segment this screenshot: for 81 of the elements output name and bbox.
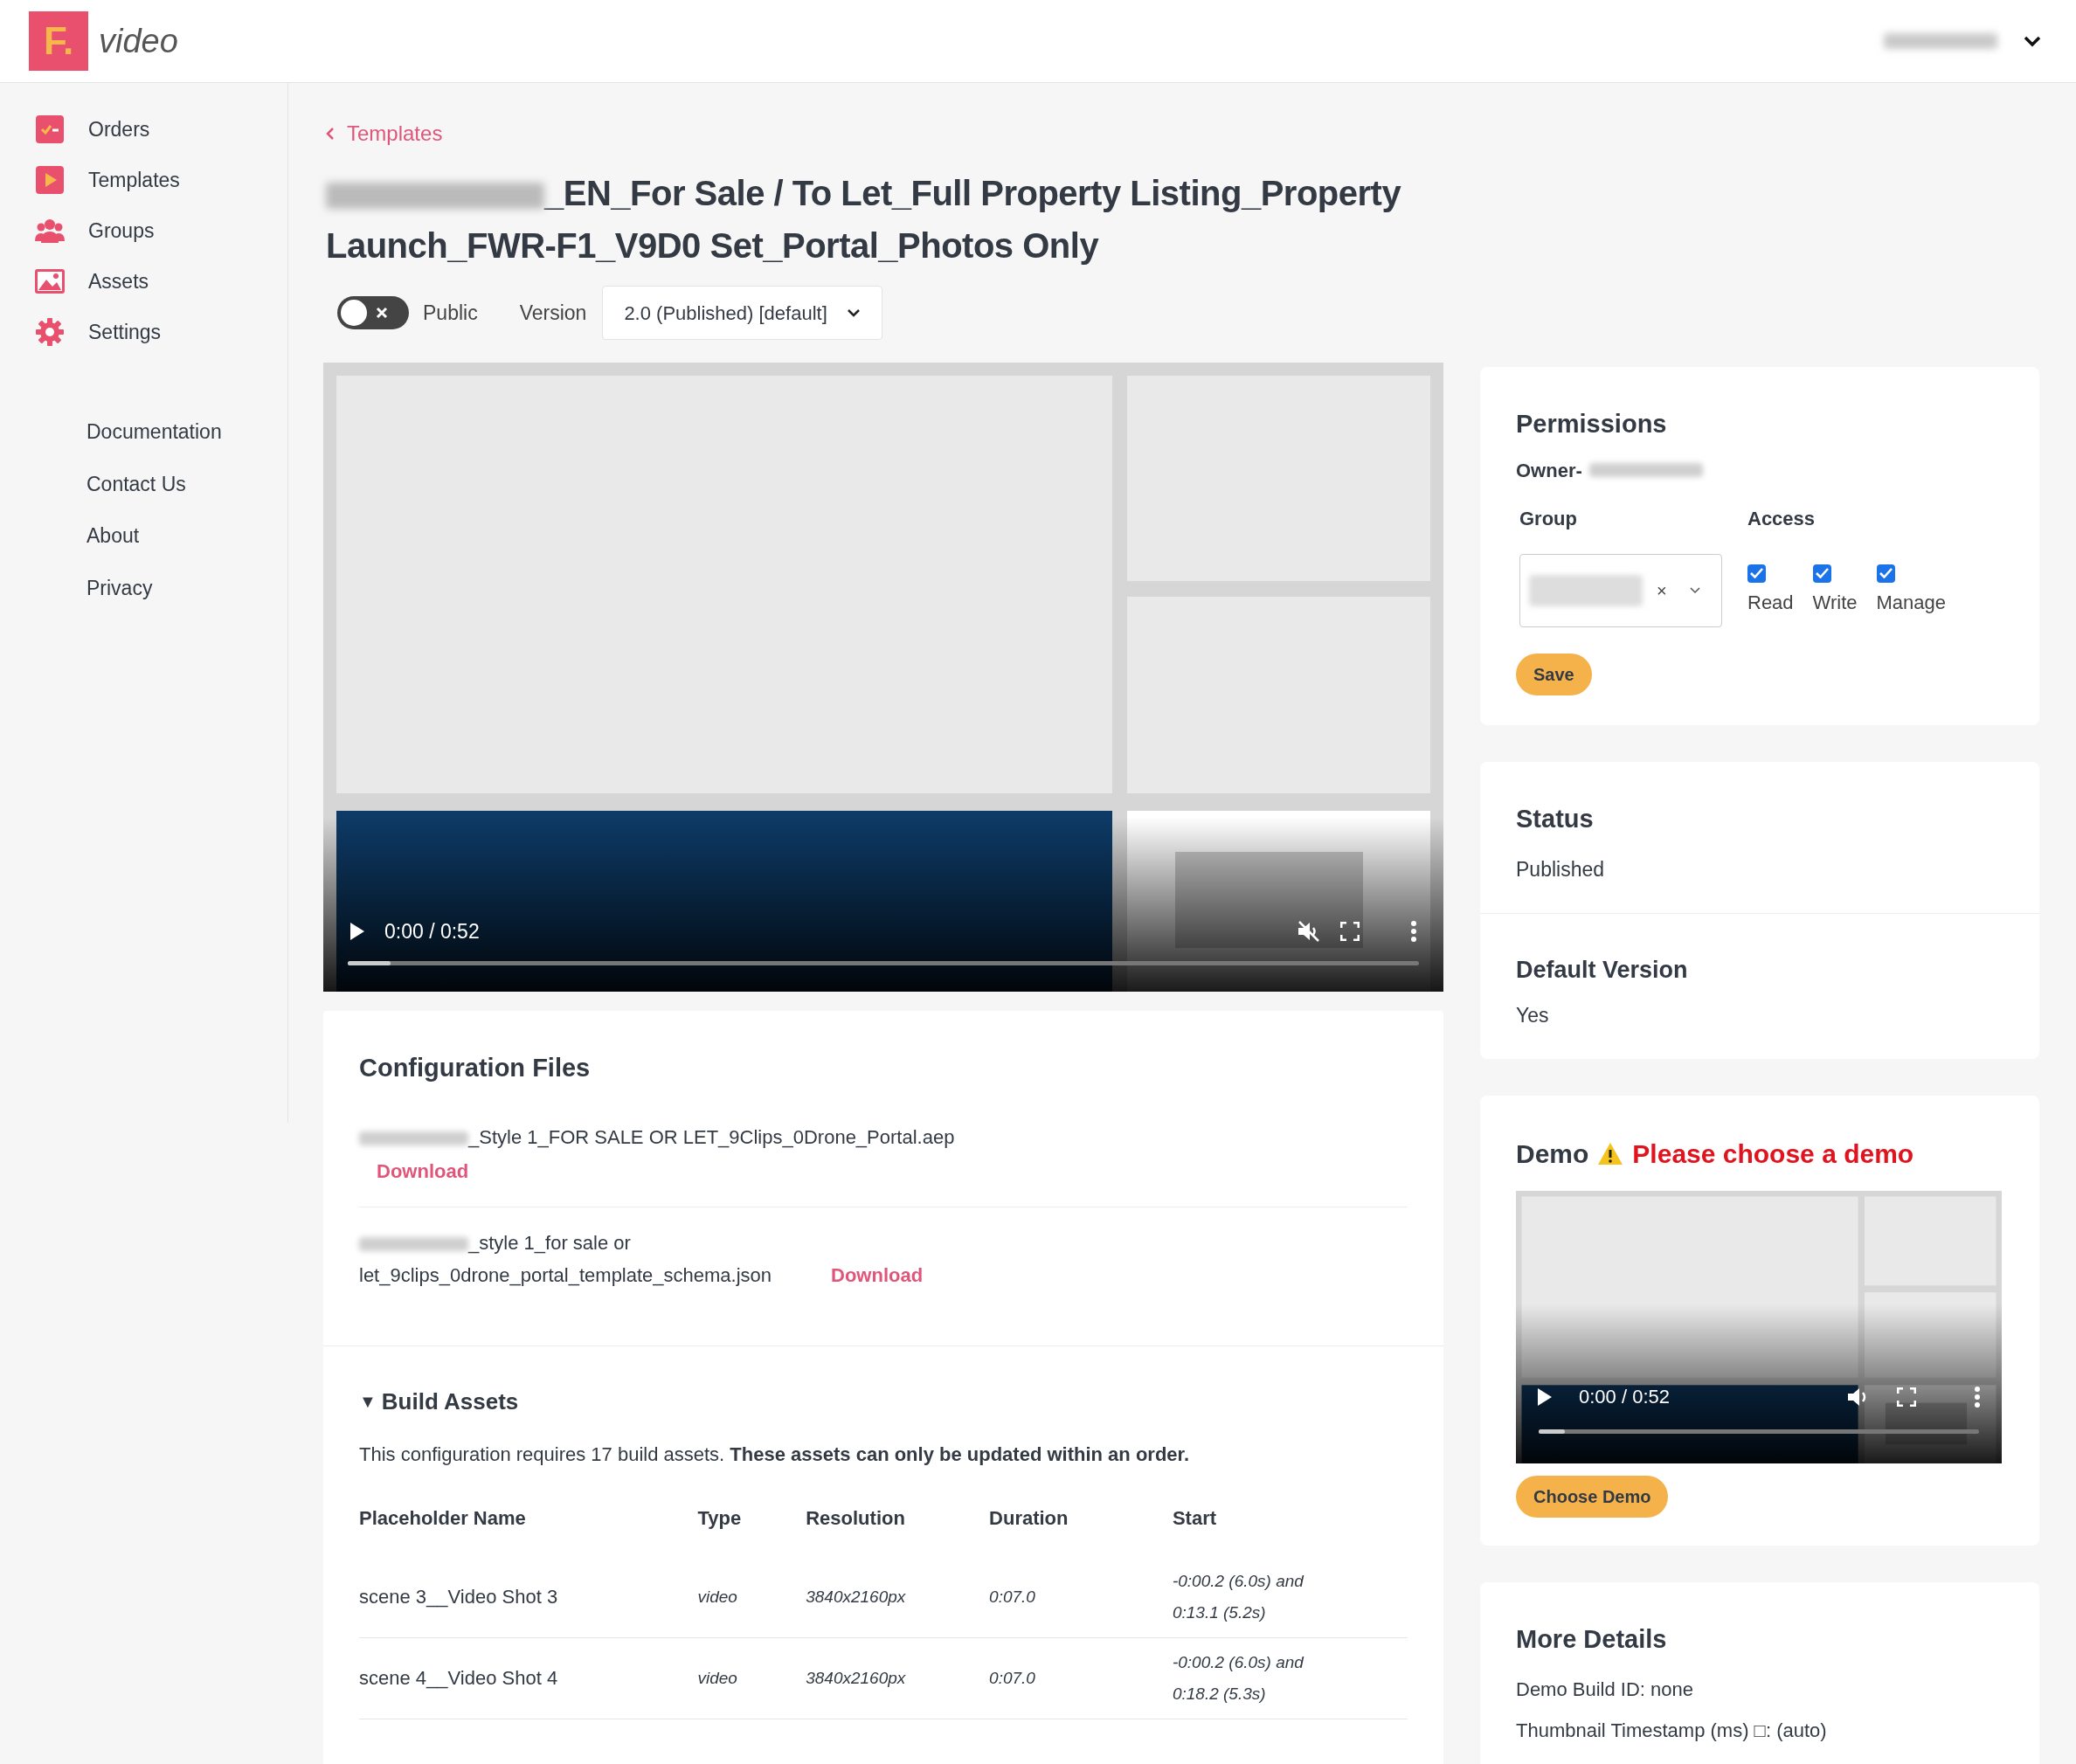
table-cell-text: 0:07.0 <box>989 1667 1036 1689</box>
muted-speaker-icon[interactable] <box>1297 919 1321 943</box>
table-cell-text: scene 4__Video Shot 4 <box>359 1665 559 1691</box>
table-cell-text: video <box>697 1667 738 1689</box>
checkbox[interactable] <box>1747 564 1766 583</box>
column-header: Start <box>1172 1505 1218 1531</box>
play-icon <box>36 166 64 194</box>
checklist-icon <box>36 115 64 143</box>
description-text: This configuration requires 17 build assets. These assets can only be updated within an order. <box>359 1442 1191 1467</box>
column-header: Resolution <box>806 1505 906 1531</box>
group-select[interactable]: × <box>1519 553 1722 627</box>
checkbox-label: Write <box>1812 590 1858 615</box>
checkbox[interactable] <box>1876 564 1895 583</box>
owner-label: Owner- <box>1516 458 1582 483</box>
download-link[interactable]: Download <box>831 1258 924 1291</box>
table-cell-text: -0:00.2 (6.0s) and 0:18.2 (5.3s) <box>1172 1651 1305 1705</box>
column-header: Duration <box>989 1503 1173 1557</box>
time-display: 0:00 / 0:52 <box>384 918 480 944</box>
checkbox-label: Manage <box>1876 590 1947 615</box>
more-options-icon[interactable] <box>1974 1386 1981 1408</box>
section-title: Status <box>1516 804 1595 834</box>
group-label: Group <box>1519 506 1578 531</box>
time-display: 0:00 / 0:52 <box>1579 1385 1670 1409</box>
default-version-value: Yes <box>1516 1002 1550 1028</box>
checkbox-label: Read <box>1747 590 1794 615</box>
sidebar-link[interactable]: Privacy <box>86 572 287 603</box>
sidebar-item[interactable]: Templates <box>35 165 287 195</box>
progress-track[interactable] <box>1539 1429 1979 1434</box>
sidebar-item[interactable]: Settings <box>35 317 287 347</box>
version-label: Version <box>519 300 587 326</box>
sidebar-link[interactable]: About <box>86 521 287 551</box>
more-options-icon[interactable] <box>1410 920 1417 942</box>
page-title: _EN_For Sale / To Let_Full Property Listing_Property Launch_FWR-F1_V9D0 Set_Portal_Photos Only <box>326 173 1402 266</box>
file-name: _Style 1_FOR SALE OR LET_9Clips_0Drone_Portal.aep <box>359 1120 955 1153</box>
build-assets-toggle[interactable]: ▼ Build Assets <box>359 1384 519 1419</box>
chevron-down-icon[interactable] <box>2024 35 2041 47</box>
chevron-down-icon <box>1689 586 1700 594</box>
section-title: Default Version <box>1516 956 1689 985</box>
table-cell-text: video <box>697 1586 738 1608</box>
section-title: Demo <box>1516 1138 1589 1170</box>
warning-text: Please choose a demo <box>1632 1138 1914 1170</box>
chevron-down-icon <box>846 308 861 317</box>
fullscreen-icon[interactable] <box>1340 921 1360 941</box>
warning-icon <box>1597 1142 1624 1166</box>
table-cell-text: 0:07.0 <box>989 1586 1036 1608</box>
save-button[interactable]: Save <box>1516 653 1592 695</box>
file-name: _style 1_for sale or let_9clips_0drone_portal_template_schema.json <box>359 1230 773 1288</box>
table-cell-text: 3840x2160px <box>806 1586 907 1608</box>
sidebar-link[interactable]: Contact Us <box>86 468 287 499</box>
table-cell-text: -0:00.2 (6.0s) and 0:13.1 (5.2s) <box>1172 1570 1305 1623</box>
table-cell-text: 3840x2160px <box>806 1667 907 1689</box>
fullscreen-icon[interactable] <box>1897 1387 1916 1407</box>
section-title: Configuration Files <box>359 1053 592 1083</box>
download-link[interactable]: Download <box>377 1154 469 1187</box>
column-header: Placeholder Name <box>359 1503 698 1557</box>
play-icon[interactable] <box>1537 1387 1553 1407</box>
sidebar-item[interactable]: Groups <box>35 216 287 246</box>
access-label: Access <box>1747 506 1816 531</box>
section-title: Permissions <box>1516 409 1668 439</box>
toggle-label: Public <box>423 300 478 326</box>
column-header: Type <box>697 1505 743 1531</box>
play-icon[interactable] <box>349 921 365 941</box>
status-value: Published <box>1516 856 1606 882</box>
sidebar-item[interactable]: Orders <box>35 114 287 144</box>
version-select[interactable]: 2.0 (Published) [default] <box>602 286 882 340</box>
section-title: More Details <box>1516 1624 1668 1655</box>
choose-demo-button[interactable]: Choose Demo <box>1516 1476 1669 1518</box>
checkbox[interactable] <box>1812 564 1831 583</box>
x-icon <box>376 307 388 319</box>
detail-text: Thumbnail Timestamp (ms) □: (auto) <box>1516 1718 1828 1743</box>
public-toggle[interactable] <box>337 296 409 329</box>
table-cell-text: scene 3__Video Shot 3 <box>359 1584 559 1609</box>
detail-text: Demo Build ID: none <box>1516 1677 1694 1702</box>
progress-track[interactable] <box>348 961 1419 965</box>
sidebar-item[interactable]: Assets <box>35 266 287 296</box>
clear-button[interactable]: × <box>1657 577 1667 604</box>
chevron-left-icon <box>326 127 335 141</box>
app-name: video <box>99 21 178 61</box>
image-icon <box>35 269 65 294</box>
sidebar-link[interactable]: Documentation <box>86 417 287 447</box>
people-icon <box>35 218 65 244</box>
